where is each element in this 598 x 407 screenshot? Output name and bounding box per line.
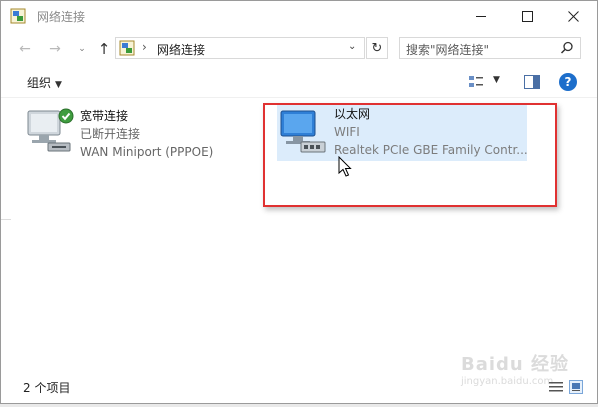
divider <box>1 219 11 220</box>
item-text: 宽带连接 已断开连接 WAN Miniport (PPPOE) <box>80 107 213 161</box>
connection-name: 宽带连接 <box>80 109 129 123</box>
change-view-icon[interactable] <box>468 74 484 90</box>
view-options-dropdown[interactable]: ▼ <box>493 75 500 85</box>
connection-device: WAN Miniport (PPPOE) <box>80 145 214 159</box>
command-bar: 组织 ▼ ▼ ? <box>1 69 597 98</box>
watermark-logo: Baidu 经验 <box>461 354 570 375</box>
mouse-cursor-icon <box>338 156 352 177</box>
help-button[interactable]: ? <box>559 73 577 91</box>
network-connections-icon <box>10 8 26 24</box>
close-button[interactable] <box>550 1 596 32</box>
refresh-button[interactable]: ↻ <box>366 37 388 59</box>
preview-pane-icon[interactable] <box>524 75 540 89</box>
status-bar: 2 个项目 <box>1 376 597 398</box>
large-icons-view-icon <box>572 383 580 391</box>
minimize-icon <box>476 16 486 17</box>
refresh-icon: ↻ <box>371 40 383 56</box>
address-bar[interactable]: › 网络连接 ⌄ <box>115 37 365 59</box>
maximize-button[interactable] <box>504 1 550 32</box>
highlight-annotation <box>263 103 557 207</box>
caret-down-icon: ▼ <box>55 80 62 90</box>
up-button[interactable]: ↑ <box>95 40 113 58</box>
explorer-window: 网络连接 ← → ⌄ ↑ › 网络连接 ⌄ ↻ 搜索"网络连接" 组织 ▼ ▼ … <box>0 0 598 404</box>
chevron-down-icon: ⌄ <box>78 44 86 54</box>
close-icon <box>567 11 579 22</box>
recent-locations-button[interactable]: ⌄ <box>73 40 91 58</box>
dialup-connection-icon <box>27 108 74 152</box>
large-icons-view-button[interactable] <box>569 380 583 394</box>
back-button[interactable]: ← <box>16 40 34 58</box>
maximize-icon <box>521 11 533 22</box>
address-dropdown-icon[interactable]: ⌄ <box>348 41 356 52</box>
title-bar: 网络连接 <box>1 1 597 32</box>
list-item[interactable]: 宽带连接 已断开连接 WAN Miniport (PPPOE) <box>24 107 244 163</box>
window-title: 网络连接 <box>37 10 86 24</box>
minimize-button[interactable] <box>458 1 504 32</box>
details-view-icon[interactable] <box>549 381 563 393</box>
forward-button[interactable]: → <box>46 40 64 58</box>
organize-label: 组织 <box>27 76 52 90</box>
organize-button[interactable]: 组织 ▼ <box>27 74 62 91</box>
search-placeholder: 搜索"网络连接" <box>406 43 490 57</box>
check-badge-icon <box>58 108 74 124</box>
breadcrumb-separator[interactable]: › <box>142 40 147 54</box>
item-count: 2 个项目 <box>23 381 71 395</box>
forward-arrow-icon: → <box>49 41 61 57</box>
search-input[interactable]: 搜索"网络连接" <box>399 37 581 59</box>
search-icon <box>560 41 573 54</box>
connection-status: 已断开连接 <box>80 127 141 141</box>
navigation-bar: ← → ⌄ ↑ › 网络连接 ⌄ ↻ 搜索"网络连接" <box>1 34 597 64</box>
back-arrow-icon: ← <box>19 41 31 57</box>
breadcrumb-network-connections[interactable]: 网络连接 <box>157 41 205 58</box>
network-connections-icon <box>119 40 135 56</box>
up-arrow-icon: ↑ <box>97 40 111 58</box>
